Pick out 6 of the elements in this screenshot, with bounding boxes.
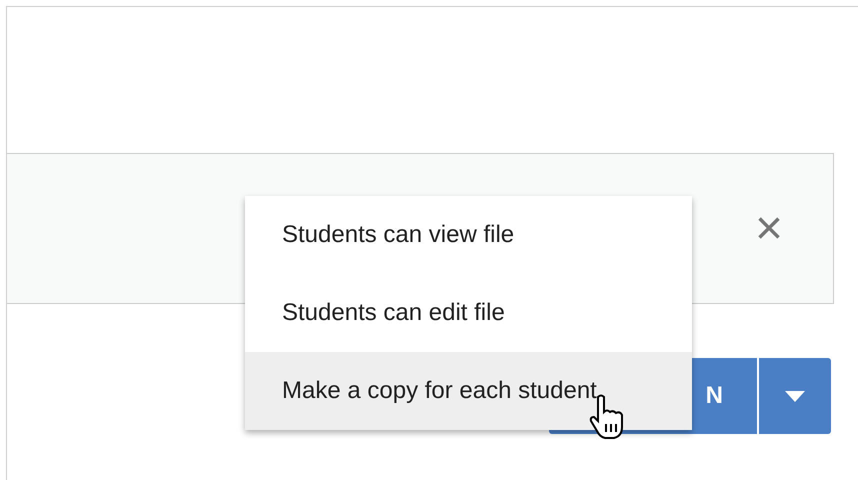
menu-item[interactable]: Students can edit file: [245, 274, 692, 352]
menu-item[interactable]: Make a copy for each student: [245, 352, 692, 430]
close-button[interactable]: ×: [754, 204, 783, 252]
caret-icon: [785, 390, 805, 402]
dropdown-button[interactable]: [759, 358, 831, 434]
menu-item[interactable]: Students can view file: [245, 196, 692, 274]
